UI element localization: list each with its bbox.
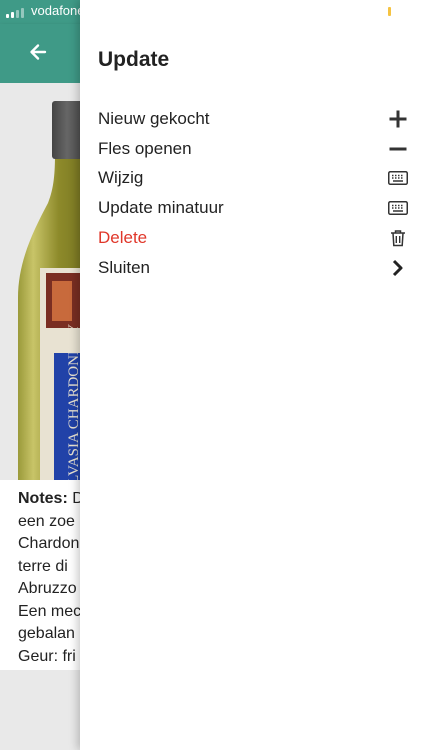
keyboard-icon	[388, 198, 408, 218]
signal-indicator: vodafone	[6, 4, 85, 18]
arrow-left-icon	[30, 44, 47, 60]
minus-icon	[388, 139, 408, 159]
menu-item-wijzig[interactable]: Wijzig	[80, 164, 422, 194]
notes-label: Notes:	[18, 490, 68, 507]
menu-item-update-minatuur[interactable]: Update minatuur	[80, 193, 422, 223]
menu-item-nieuw-gekocht[interactable]: Nieuw gekocht	[80, 104, 422, 134]
menu-item-delete[interactable]: Delete	[80, 223, 422, 253]
drawer-menu: Nieuw gekocht Fles openen Wijzig Update …	[80, 104, 422, 283]
plus-icon	[388, 109, 408, 129]
back-button[interactable]	[22, 36, 54, 68]
update-drawer: Update Nieuw gekocht Fles openen Wijzig	[80, 0, 422, 750]
trash-icon	[388, 228, 408, 248]
carrier-name: vodafone	[31, 3, 85, 18]
menu-item-sluiten[interactable]: Sluiten	[80, 253, 422, 283]
chevron-right-icon	[388, 258, 408, 278]
menu-item-fles-openen[interactable]: Fles openen	[80, 134, 422, 164]
keyboard-icon	[388, 168, 408, 188]
battery-indicator	[388, 7, 391, 16]
drawer-title: Update	[98, 48, 170, 71]
